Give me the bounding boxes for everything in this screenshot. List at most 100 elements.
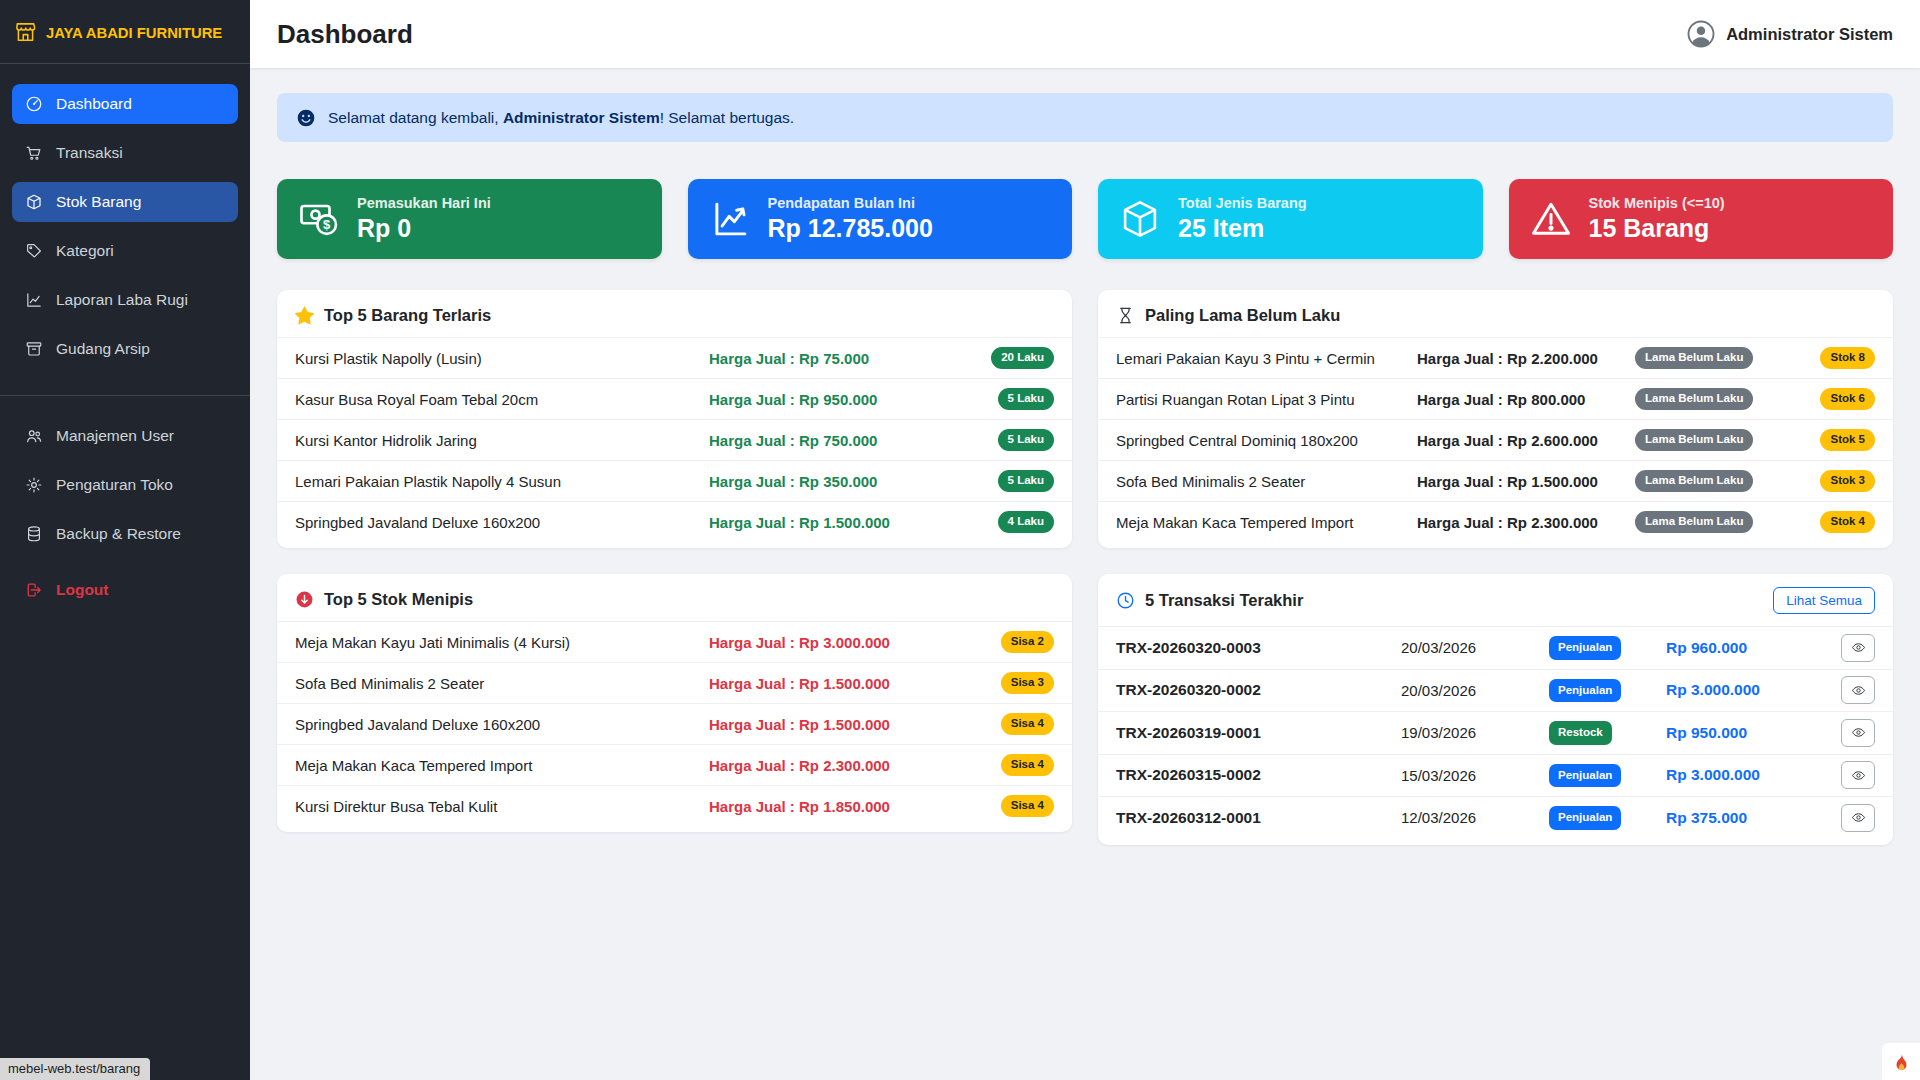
transaction-row: TRX-20260315-0002 15/03/2026 Penjualan R… [1098,754,1893,797]
topbar: Dashboard Administrator Sistem [250,0,1920,68]
view-transaction-button[interactable] [1841,719,1875,747]
stat-card-stok-menipis: Stok Menipis (<=10) 15 Barang [1509,179,1894,259]
sidebar-item[interactable]: Dashboard [12,84,238,124]
box-icon [1119,198,1161,240]
card-header: 5 Transaksi Terakhir Lihat Semua [1098,574,1893,626]
logout-icon [25,581,43,599]
item-name: Sofa Bed Minimalis 2 Seater [295,675,709,692]
item-price: Harga Jual : Rp 1.500.000 [709,716,964,733]
item-price: Harga Jual : Rp 2.600.000 [1417,432,1635,449]
sidebar-item-label: Transaksi [56,144,123,162]
sidebar-item-icon [25,427,43,445]
item-price: Harga Jual : Rp 2.300.000 [1417,514,1635,531]
item-name: Kasur Busa Royal Foam Tebal 20cm [295,391,709,408]
sidebar-item-icon [25,340,43,358]
sidebar-nav-secondary: Manajemen User Pengaturan Toko Backup & … [0,416,250,554]
sidebar-item[interactable]: Backup & Restore [12,514,238,554]
stat-cards: $ Pemasukan Hari Ini Rp 0 Pendapatan Bul… [277,179,1893,259]
sidebar-nav: Dashboard Transaksi Stok Barang Kategori… [0,84,250,369]
item-name: Meja Makan Kaca Tempered Import [1116,514,1417,531]
sidebar-item-icon [25,242,43,260]
item-price: Harga Jual : Rp 3.000.000 [709,634,964,651]
item-price: Harga Jual : Rp 1.850.000 [709,798,964,815]
content: Selamat datang kembali, Administrator Si… [250,68,1920,870]
stat-title: Total Jenis Barang [1178,195,1307,211]
star-icon [295,306,314,325]
user-menu[interactable]: Administrator Sistem [1686,19,1893,49]
card-belum-laku: Paling Lama Belum Laku Lemari Pakaian Ka… [1098,290,1893,548]
stat-value: 25 Item [1178,214,1307,243]
transaction-code: TRX-20260312-0001 [1116,809,1401,827]
sidebar-item-logout[interactable]: Logout [12,570,238,610]
svg-text:$: $ [323,217,331,232]
card-barang-terlaris: Top 5 Barang Terlaris Kursi Plastik Napo… [277,290,1072,548]
sidebar-item[interactable]: Pengaturan Toko [12,465,238,505]
view-all-button[interactable]: Lihat Semua [1773,587,1875,614]
sidebar-item[interactable]: Kategori [12,231,238,271]
card-transaksi: 5 Transaksi Terakhir Lihat Semua TRX-202… [1098,574,1893,845]
welcome-text: Selamat datang kembali, Administrator Si… [328,109,794,127]
transaction-code: TRX-20260320-0003 [1116,639,1401,657]
table-row: Meja Makan Kaca Tempered Import Harga Ju… [1098,501,1893,542]
card-header: Top 5 Stok Menipis [277,574,1072,621]
view-transaction-button[interactable] [1841,761,1875,789]
item-name: Springbed Javaland Deluxe 160x200 [295,716,709,733]
link-preview-statusbar: mebel-web.test/barang [0,1058,150,1080]
status-badge: Lama Belum Laku [1635,429,1753,452]
sidebar-item-label: Backup & Restore [56,525,181,543]
transaction-type-badge: Penjualan [1549,679,1621,703]
sold-badge: 5 Laku [998,470,1054,493]
user-name: Administrator Sistem [1726,25,1893,44]
transaction-date: 20/03/2026 [1401,639,1549,656]
stat-value: Rp 0 [357,214,491,243]
table-row: Springbed Javaland Deluxe 160x200 Harga … [277,501,1072,542]
item-name: Springbed Central Dominiq 180x200 [1116,432,1417,449]
item-name: Partisi Ruangan Rotan Lipat 3 Pintu [1116,391,1417,408]
stock-badge: Stok 3 [1820,470,1875,493]
sidebar-item[interactable]: Laporan Laba Rugi [12,280,238,320]
table-row: Meja Makan Kaca Tempered Import Harga Ju… [277,744,1072,785]
transaction-date: 20/03/2026 [1401,682,1549,699]
table-row: Sofa Bed Minimalis 2 Seater Harga Jual :… [1098,460,1893,501]
item-price: Harga Jual : Rp 75.000 [709,350,964,367]
sidebar-item[interactable]: Stok Barang [12,182,238,222]
card-title: Top 5 Barang Terlaris [324,306,491,325]
terlaris-table: Kursi Plastik Napolly (Lusin) Harga Jual… [277,337,1072,542]
eye-icon [1851,640,1866,655]
debugbar-flame-icon [1891,1050,1912,1074]
welcome-banner: Selamat datang kembali, Administrator Si… [277,93,1893,142]
table-row: Kursi Plastik Napolly (Lusin) Harga Jual… [277,337,1072,378]
chart-icon [709,198,751,240]
table-row: Lemari Pakaian Kayu 3 Pintu + Cermin Har… [1098,337,1893,378]
debugbar-toggle[interactable] [1882,1043,1920,1080]
stat-card-pemasukan: $ Pemasukan Hari Ini Rp 0 [277,179,662,259]
sidebar-item[interactable]: Manajemen User [12,416,238,456]
sidebar-item[interactable]: Gudang Arsip [12,329,238,369]
stat-title: Stok Menipis (<=10) [1589,195,1725,211]
transaction-amount: Rp 3.000.000 [1666,766,1841,784]
transaction-date: 15/03/2026 [1401,767,1549,784]
transaction-row: TRX-20260319-0001 19/03/2026 Restock Rp … [1098,711,1893,754]
item-price: Harga Jual : Rp 1.500.000 [709,514,964,531]
brand: JAYA ABADI FURNITURE [0,0,250,63]
table-row: Springbed Central Dominiq 180x200 Harga … [1098,419,1893,460]
stock-left-badge: Sisa 4 [1001,795,1054,818]
item-name: Lemari Pakaian Plastik Napolly 4 Susun [295,473,709,490]
sidebar-item-label: Manajemen User [56,427,174,445]
card-header: Paling Lama Belum Laku [1098,290,1893,337]
eye-icon [1851,725,1866,740]
item-name: Kursi Plastik Napolly (Lusin) [295,350,709,367]
stock-badge: Stok 8 [1820,347,1875,370]
item-price: Harga Jual : Rp 950.000 [709,391,964,408]
sold-badge: 5 Laku [998,388,1054,411]
menipis-table: Meja Makan Kayu Jati Minimalis (4 Kursi)… [277,621,1072,826]
view-transaction-button[interactable] [1841,804,1875,832]
table-row: Kasur Busa Royal Foam Tebal 20cm Harga J… [277,378,1072,419]
sidebar-item-label: Stok Barang [56,193,141,211]
stat-title: Pemasukan Hari Ini [357,195,491,211]
view-transaction-button[interactable] [1841,676,1875,704]
sidebar-item[interactable]: Transaksi [12,133,238,173]
view-transaction-button[interactable] [1841,634,1875,662]
item-price: Harga Jual : Rp 2.200.000 [1417,350,1635,367]
eye-icon [1851,810,1866,825]
